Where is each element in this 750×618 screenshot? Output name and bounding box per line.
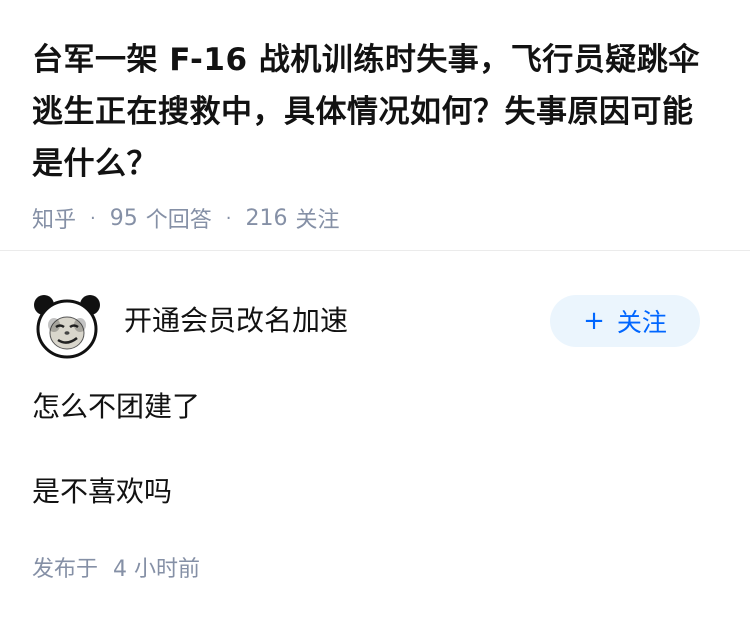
follow-button[interactable]: + 关注 bbox=[550, 295, 700, 347]
question-meta: 知乎 · 95 个回答 · 216 关注 bbox=[32, 202, 722, 234]
answer-paragraph: 是不喜欢吗 bbox=[32, 475, 173, 508]
meta-separator: · bbox=[90, 207, 96, 229]
question-header: 台军一架 F-16 战机训练时失事，飞行员疑跳伞逃生正在搜救中，具体情况如何？失… bbox=[32, 34, 722, 234]
answer-paragraph: 怎么不团建了 bbox=[32, 390, 201, 423]
plus-icon: + bbox=[583, 306, 605, 336]
follow-button-label: 关注 bbox=[616, 308, 667, 337]
avatar[interactable] bbox=[32, 291, 102, 361]
published-label: 发布于 bbox=[32, 557, 99, 582]
publish-time: 发布于 4 小时前 bbox=[32, 551, 200, 583]
answer-count-label[interactable]: 个回答 bbox=[146, 202, 212, 234]
author-row: 开通会员改名加速 + 关注 bbox=[32, 289, 700, 359]
panda-meme-avatar-icon bbox=[34, 295, 100, 359]
source-label[interactable]: 知乎 bbox=[32, 202, 76, 234]
published-time: 4 小时前 bbox=[113, 557, 201, 582]
question-title[interactable]: 台军一架 F-16 战机训练时失事，飞行员疑跳伞逃生正在搜救中，具体情况如何？失… bbox=[32, 34, 722, 190]
answer-content[interactable]: 怎么不团建了 是不喜欢吗 bbox=[32, 387, 718, 512]
follower-count[interactable]: 216 bbox=[246, 206, 288, 231]
section-divider bbox=[0, 250, 750, 251]
answer-count[interactable]: 95 bbox=[110, 206, 138, 231]
meta-separator: · bbox=[225, 207, 232, 229]
author-name[interactable]: 开通会员改名加速 bbox=[124, 299, 348, 339]
follower-count-label[interactable]: 关注 bbox=[296, 202, 340, 234]
